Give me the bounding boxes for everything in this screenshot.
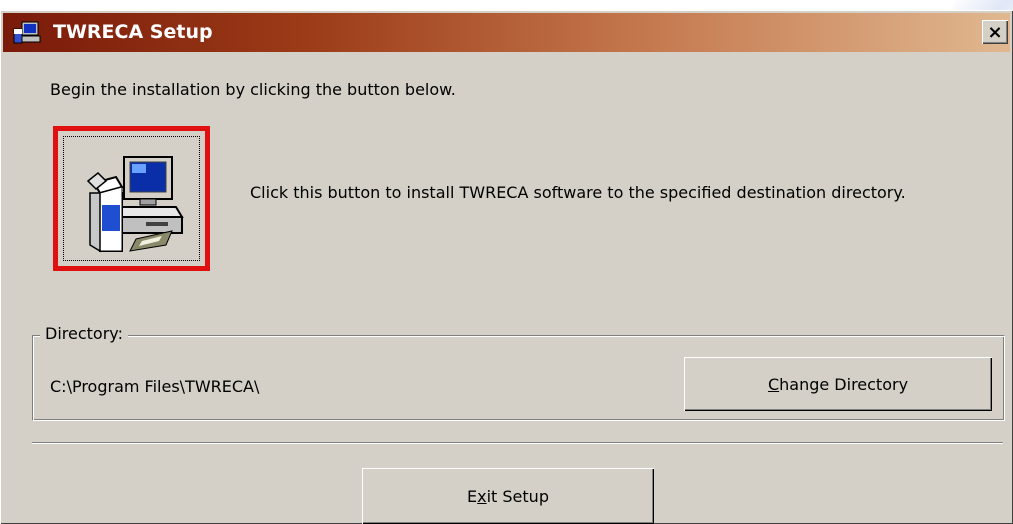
- separator-line: [32, 442, 1003, 444]
- setup-app-icon: [13, 21, 41, 44]
- change-directory-button[interactable]: Change Directory: [684, 357, 992, 411]
- directory-label: Directory:: [40, 324, 128, 343]
- change-directory-mnemonic: C: [767, 374, 780, 394]
- exit-setup-label-pre: E: [467, 486, 478, 506]
- title-bar[interactable]: TWRECA Setup ×: [3, 13, 1010, 52]
- change-directory-label: hange Directory: [779, 374, 909, 394]
- setup-window: TWRECA Setup × Begin the installation by…: [0, 10, 1013, 524]
- install-description: Click this button to install TWRECA soft…: [250, 183, 906, 202]
- computer-install-icon: [86, 156, 184, 253]
- exit-setup-label-post: it Setup: [486, 486, 549, 506]
- close-icon: ×: [987, 21, 1003, 43]
- exit-setup-mnemonic: x: [477, 486, 487, 506]
- close-button[interactable]: ×: [982, 20, 1008, 44]
- window-title: TWRECA Setup: [53, 21, 213, 43]
- install-button[interactable]: [53, 126, 210, 271]
- exit-setup-button[interactable]: Ex it Setup: [362, 468, 654, 524]
- intro-text: Begin the installation by clicking the b…: [50, 80, 456, 99]
- directory-path: C:\Program Files\TWRECA\: [50, 377, 260, 396]
